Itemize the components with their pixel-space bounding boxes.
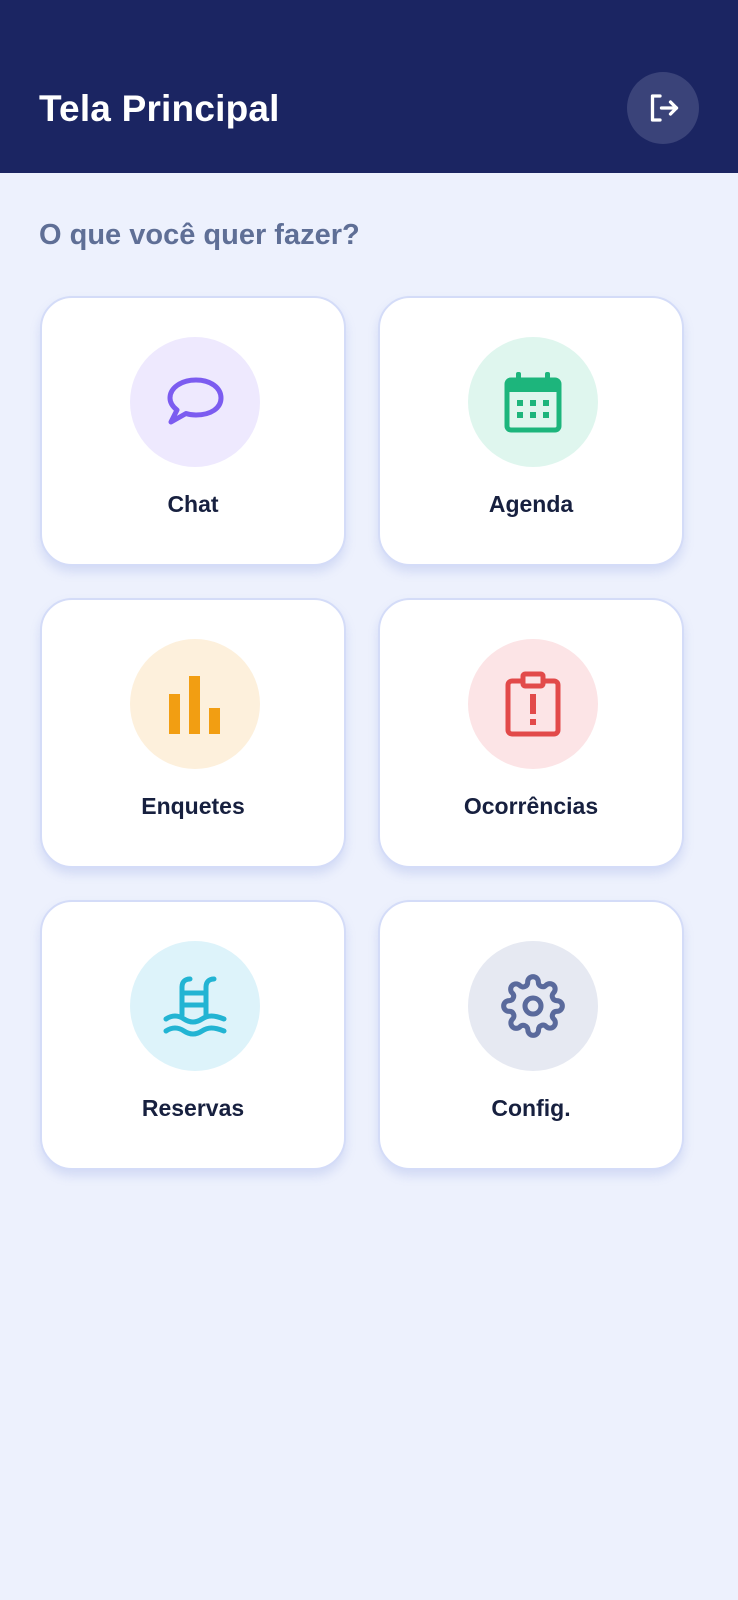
enquetes-label: Enquetes <box>141 793 245 819</box>
chat-icon-circle <box>130 337 260 467</box>
section-prompt: O que você quer fazer? <box>39 219 360 251</box>
gear-icon <box>501 974 565 1038</box>
ocorrencias-label: Ocorrências <box>463 793 599 819</box>
calendar-icon <box>504 372 562 433</box>
enquetes-card[interactable]: Enquetes <box>40 598 346 868</box>
chat-label: Chat <box>167 491 219 517</box>
chat-card[interactable]: Chat <box>40 296 346 566</box>
config-label: Config. <box>491 1095 571 1121</box>
reservas-label: Reservas <box>141 1095 245 1121</box>
logout-button[interactable] <box>627 72 699 144</box>
config-card[interactable]: Config. <box>378 900 684 1170</box>
reservas-card[interactable]: Reservas <box>40 900 346 1170</box>
alert-clipboard-icon <box>505 671 561 737</box>
page-title: Tela Principal <box>39 88 280 129</box>
agenda-icon-circle <box>468 337 598 467</box>
logout-icon <box>645 90 681 126</box>
ocorrencias-icon-circle <box>468 639 598 769</box>
ocorrencias-card[interactable]: Ocorrências <box>378 598 684 868</box>
bar-chart-icon <box>169 676 220 734</box>
agenda-card[interactable]: Agenda <box>378 296 684 566</box>
enquetes-icon-circle <box>130 639 260 769</box>
chat-bubble-icon <box>167 377 224 425</box>
agenda-label: Agenda <box>488 491 574 517</box>
reservas-icon-circle <box>130 941 260 1071</box>
app-header: Tela Principal <box>0 0 738 173</box>
config-icon-circle <box>468 941 598 1071</box>
pool-icon <box>163 976 227 1037</box>
